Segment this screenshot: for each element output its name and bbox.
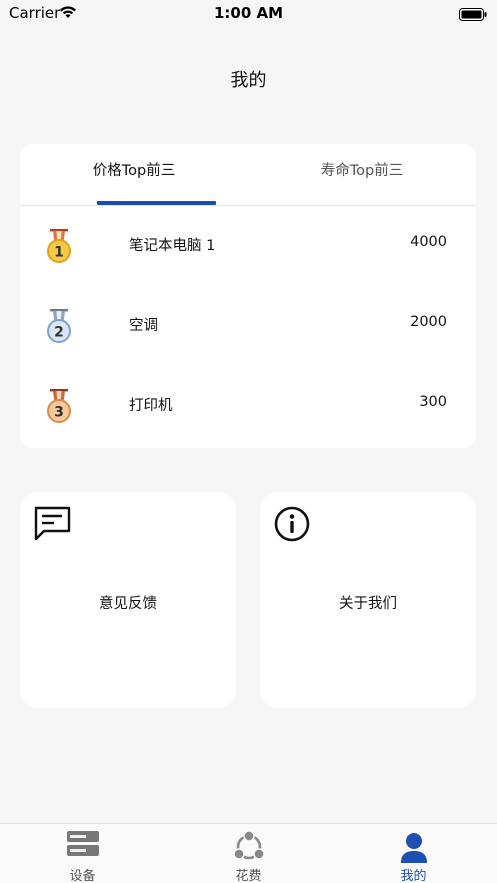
person-icon bbox=[331, 830, 496, 868]
svg-text:2: 2 bbox=[54, 325, 64, 341]
svg-text:1: 1 bbox=[54, 245, 64, 261]
item-value: 4000 bbox=[410, 234, 447, 250]
bronze-medal-icon: 3 bbox=[44, 384, 74, 424]
tab-devices[interactable]: 设备 bbox=[0, 824, 165, 883]
tab-label: 我的 bbox=[400, 869, 427, 883]
feedback-label: 意见反馈 bbox=[99, 596, 157, 612]
clock: 1:00 AM bbox=[213, 4, 284, 22]
list-item[interactable]: 3 打印机 300 bbox=[20, 374, 476, 448]
battery-icon bbox=[459, 6, 487, 25]
item-value: 2000 bbox=[410, 314, 447, 330]
ranking-card: 价格Top前三 寿命Top前三 1 笔记本电脑 1 4000 2 空调 2000… bbox=[20, 144, 476, 448]
item-name: 空调 bbox=[129, 318, 158, 334]
bottom-tab-bar: 设备 花费 我的 bbox=[0, 823, 497, 883]
tab-price-top3[interactable]: 价格Top前三 bbox=[20, 144, 248, 206]
item-name: 笔记本电脑 1 bbox=[129, 238, 216, 254]
tab-indicator bbox=[97, 201, 216, 205]
tab-lifespan-top3[interactable]: 寿命Top前三 bbox=[248, 144, 476, 206]
feedback-card[interactable]: 意见反馈 bbox=[20, 492, 236, 708]
about-us-label: 关于我们 bbox=[339, 596, 397, 612]
server-icon bbox=[0, 830, 165, 862]
item-value: 300 bbox=[419, 394, 447, 410]
feedback-message-icon bbox=[34, 506, 72, 546]
tab-label: 设备 bbox=[69, 869, 96, 883]
about-us-card[interactable]: 关于我们 bbox=[260, 492, 476, 708]
list-item[interactable]: 2 空调 2000 bbox=[20, 294, 476, 374]
ranking-tabs: 价格Top前三 寿命Top前三 bbox=[20, 144, 476, 206]
tab-costs[interactable]: 花费 bbox=[166, 824, 331, 883]
gold-medal-icon: 1 bbox=[44, 224, 74, 264]
svg-text:3: 3 bbox=[54, 405, 64, 421]
tab-label: 花费 bbox=[235, 869, 262, 883]
silver-medal-icon: 2 bbox=[44, 304, 74, 344]
status-bar: Carrier 1:00 AM bbox=[0, 0, 497, 26]
item-name: 打印机 bbox=[129, 398, 173, 414]
tab-mine[interactable]: 我的 bbox=[331, 824, 496, 883]
share-cycle-icon bbox=[166, 830, 331, 868]
info-icon bbox=[274, 506, 310, 546]
page-title: 我的 bbox=[230, 70, 267, 91]
list-item[interactable]: 1 笔记本电脑 1 4000 bbox=[20, 214, 476, 294]
